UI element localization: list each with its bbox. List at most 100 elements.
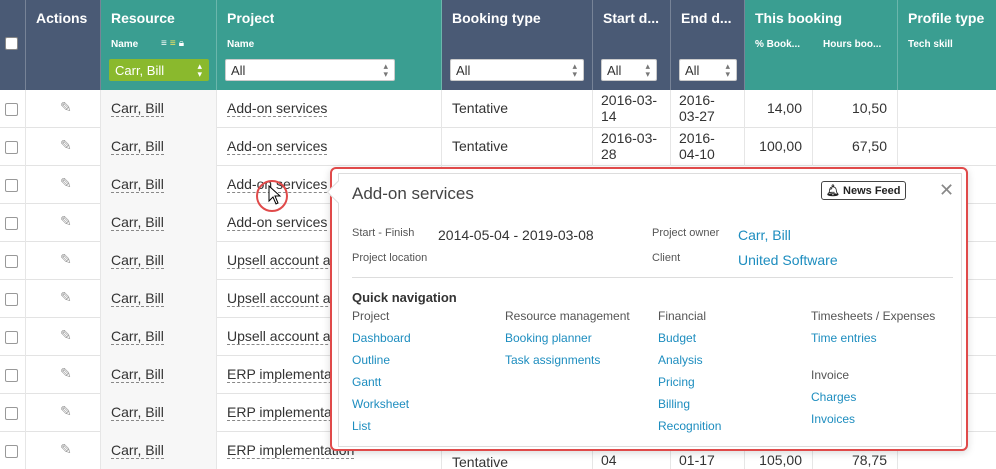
row-checkbox[interactable] (5, 103, 18, 116)
project-filter-select[interactable]: All ▴ ▾ (225, 59, 395, 81)
end-date-filter-select[interactable]: All ▴ ▾ (679, 59, 737, 81)
nav-link-task-assignments[interactable]: Task assignments (505, 353, 600, 367)
edit-pencil-icon[interactable]: ✎ (60, 213, 72, 230)
resource-name-link[interactable]: Carr, Bill (111, 404, 164, 421)
start-date-value: 2016-03- (601, 130, 658, 146)
select-arrows-icon: ▴ ▾ (645, 61, 650, 79)
booking-type-column-header[interactable]: Booking type All ▴ ▾ (442, 0, 593, 90)
popup-pointer (326, 180, 350, 204)
resource-name-sublabel: Name (111, 39, 139, 50)
news-feed-button[interactable]: 🔔︎ News Feed (821, 181, 906, 200)
project-name-link[interactable]: ERP implementatio (227, 404, 347, 421)
resource-name-link[interactable]: Carr, Bill (111, 100, 164, 117)
nav-link-worksheet[interactable]: Worksheet (352, 397, 409, 411)
resource-filter-select[interactable]: Carr, Bill ▴ ▾ (109, 59, 209, 81)
quick-navigation-heading: Quick navigation (352, 290, 457, 305)
popup-title: Add-on services (352, 184, 474, 203)
resource-name-link[interactable]: Carr, Bill (111, 328, 164, 345)
start-date-filter-select[interactable]: All ▴ ▾ (601, 59, 657, 81)
resource-header-label: Resource (111, 10, 175, 26)
resource-name-link[interactable]: Carr, Bill (111, 176, 164, 193)
project-name-link[interactable]: Upsell account au (227, 290, 339, 307)
select-arrows-icon: ▴ ▾ (572, 61, 577, 79)
nav-link-charges[interactable]: Charges (811, 390, 856, 404)
nav-link-list[interactable]: List (352, 419, 371, 433)
nav-link-budget[interactable]: Budget (658, 331, 696, 345)
nav-link-billing[interactable]: Billing (658, 397, 690, 411)
row-checkbox[interactable] (5, 407, 18, 420)
row-checkbox[interactable] (5, 445, 18, 458)
edit-pencil-icon[interactable]: ✎ (60, 327, 72, 344)
booking-type-filter-select[interactable]: All ▴ ▾ (450, 59, 584, 81)
bell-icon: 🔔︎ (826, 185, 840, 197)
project-owner-link[interactable]: Carr, Bill (738, 227, 791, 243)
resource-name-link[interactable]: Carr, Bill (111, 214, 164, 231)
edit-pencil-icon[interactable]: ✎ (60, 365, 72, 382)
row-checkbox[interactable] (5, 331, 18, 344)
nav-link-outline[interactable]: Outline (352, 353, 390, 367)
row-checkbox[interactable] (5, 217, 18, 230)
end-date-header-label: End d... (681, 10, 732, 26)
filter-icon[interactable]: ≡ (170, 38, 176, 49)
resource-column-header[interactable]: Resource Name ≡ ≡ 🔒︎ Carr, Bill ▴ ▾ (101, 0, 217, 90)
edit-pencil-icon[interactable]: ✎ (60, 137, 72, 154)
edit-pencil-icon[interactable]: ✎ (60, 99, 72, 116)
edit-pencil-icon[interactable]: ✎ (60, 441, 72, 458)
project-header-label: Project (227, 10, 275, 26)
hours-booked-sublabel[interactable]: Hours boo... (823, 39, 881, 50)
booking-type-header-label: Booking type (452, 10, 541, 26)
resource-name-link[interactable]: Carr, Bill (111, 366, 164, 383)
booking-type-value: Tentative (452, 138, 509, 154)
project-name-link[interactable]: Add-on services (227, 138, 328, 155)
sort-icon[interactable]: ≡ (161, 38, 167, 49)
project-name-link[interactable]: Upsell account au (227, 328, 339, 345)
nav-link-time-entries[interactable]: Time entries (811, 331, 877, 345)
resource-name-link[interactable]: Carr, Bill (111, 290, 164, 307)
edit-pencil-icon[interactable]: ✎ (60, 403, 72, 420)
nav-link-recognition[interactable]: Recognition (658, 419, 721, 433)
end-date-value: 01-17 (679, 452, 715, 468)
lock-icon[interactable]: 🔒︎ (179, 38, 184, 49)
resource-name-link[interactable]: Carr, Bill (111, 138, 164, 155)
end-date-value: 2016- (679, 130, 715, 146)
project-name-link[interactable]: Upsell account au (227, 252, 339, 269)
nav-column-project: Project (352, 309, 390, 323)
close-icon[interactable]: ✕ (939, 180, 954, 201)
project-name-link[interactable]: Add-on services (227, 100, 328, 117)
edit-pencil-icon[interactable]: ✎ (60, 289, 72, 306)
nav-link-dashboard[interactable]: Dashboard (352, 331, 411, 345)
edit-pencil-icon[interactable]: ✎ (60, 175, 72, 192)
this-booking-column-group: This booking % Book... Hours boo... (745, 0, 898, 90)
start-date-column-header[interactable]: Start d... All ▴ ▾ (593, 0, 671, 90)
client-link[interactable]: United Software (738, 252, 838, 268)
resource-name-link[interactable]: Carr, Bill (111, 252, 164, 269)
profile-type-column-header[interactable]: Profile type Tech skill (898, 0, 996, 90)
pct-booked-sublabel[interactable]: % Book... (755, 39, 800, 50)
project-owner-label: Project owner (652, 227, 720, 239)
client-label: Client (652, 252, 681, 264)
row-checkbox[interactable] (5, 255, 18, 268)
table-row[interactable]: ✎ Carr, Bill Add-on services Tentative 2… (0, 128, 996, 166)
start-finish-label: Start - Finish (352, 227, 415, 239)
project-name-link[interactable]: ERP implementatio (227, 366, 347, 383)
nav-link-invoices[interactable]: Invoices (811, 412, 855, 426)
edit-pencil-icon[interactable]: ✎ (60, 251, 72, 268)
row-checkbox[interactable] (5, 141, 18, 154)
resource-name-link[interactable]: Carr, Bill (111, 442, 164, 459)
nav-link-pricing[interactable]: Pricing (658, 375, 695, 389)
select-arrows-icon: ▴ ▾ (383, 61, 388, 79)
end-date-column-header[interactable]: End d... All ▴ ▾ (671, 0, 745, 90)
nav-link-booking-planner[interactable]: Booking planner (505, 331, 592, 345)
row-checkbox[interactable] (5, 369, 18, 382)
select-all-checkbox[interactable] (5, 37, 18, 50)
row-checkbox[interactable] (5, 179, 18, 192)
row-checkbox[interactable] (5, 293, 18, 306)
select-arrows-icon: ▴ ▾ (197, 61, 202, 79)
project-column-header[interactable]: Project Name All ▴ ▾ (217, 0, 442, 90)
nav-link-gantt[interactable]: Gantt (352, 375, 381, 389)
nav-column-financial: Financial (658, 309, 707, 323)
project-name-link[interactable]: Add-on services (227, 214, 328, 231)
mouse-cursor-icon (268, 185, 282, 205)
table-row[interactable]: ✎ Carr, Bill Add-on services Tentative 2… (0, 90, 996, 128)
nav-link-analysis[interactable]: Analysis (658, 353, 703, 367)
